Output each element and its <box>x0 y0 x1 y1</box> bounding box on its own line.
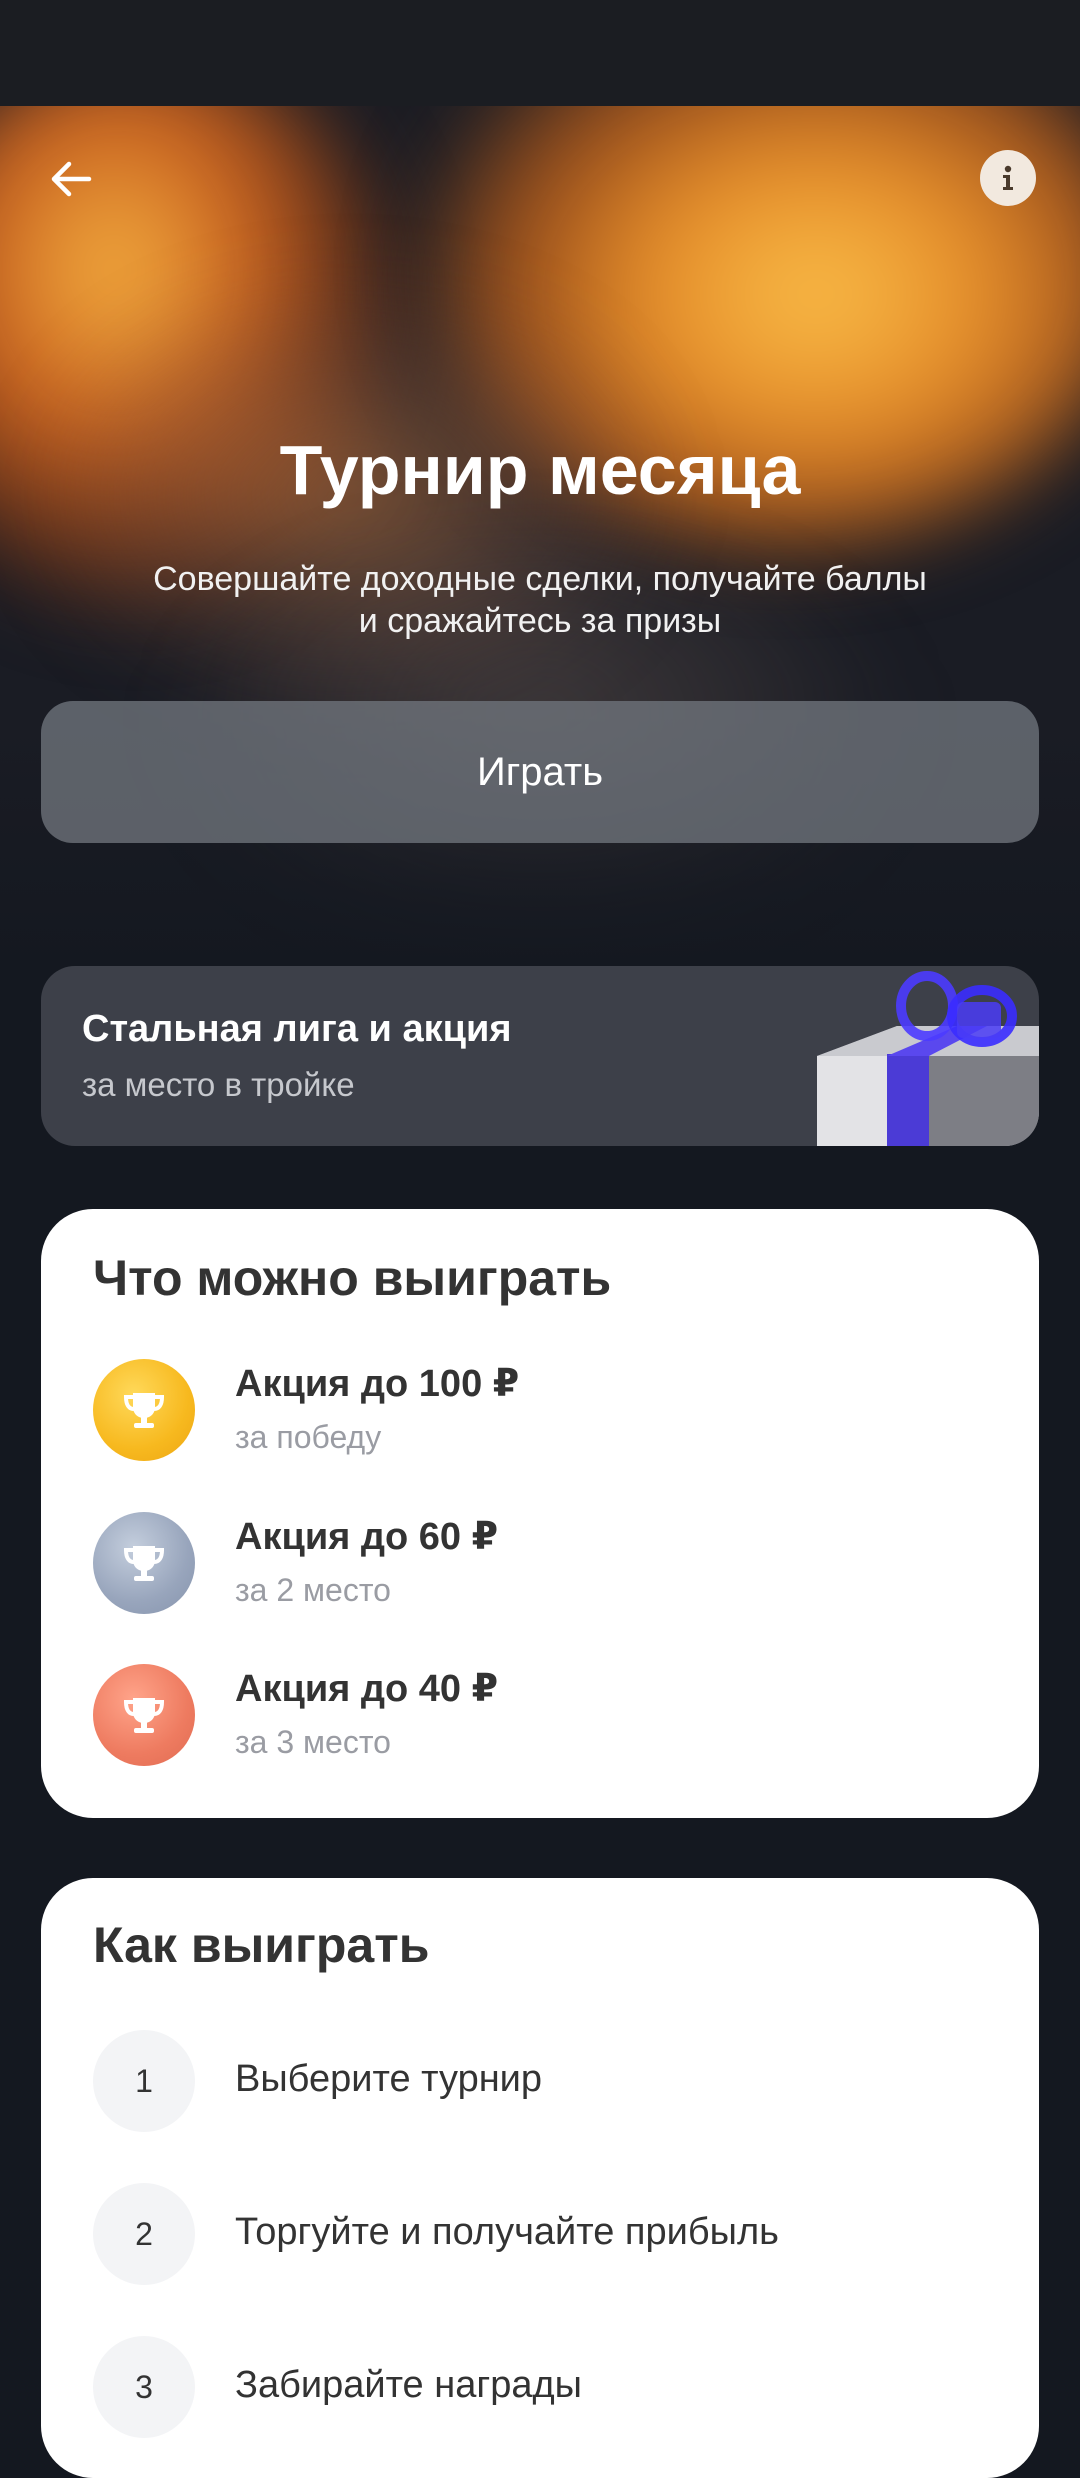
trophy-icon <box>123 1698 165 1733</box>
subtitle-line: Совершайте доходные сделки, получайте ба… <box>153 560 927 598</box>
status-bar <box>0 0 1080 106</box>
step-text: Выберите турнир <box>235 2058 543 2100</box>
step-number: 3 <box>93 2336 195 2438</box>
prize-subtitle: за 2 место <box>235 1572 391 1608</box>
page-title: Турнир месяца <box>279 431 801 509</box>
prize-title: Акция до 40 ₽ <box>235 1668 499 1710</box>
trophy-icon <box>123 1393 165 1428</box>
info-button[interactable] <box>980 150 1036 206</box>
step-item: 1 Выберите турнир <box>93 2030 993 2132</box>
prize-title: Акция до 60 ₽ <box>235 1516 499 1558</box>
prize-subtitle: за 3 место <box>235 1724 391 1760</box>
prize-item-silver: Акция до 60 ₽ за 2 место <box>93 1512 993 1614</box>
silver-medal <box>93 1512 195 1614</box>
gift-box-icon <box>817 971 1039 1146</box>
step-number: 1 <box>93 2030 195 2132</box>
info-icon <box>1003 165 1013 190</box>
league-title: Стальная лига и акция <box>82 1008 512 1050</box>
league-subtitle: за место в тройке <box>82 1066 355 1103</box>
back-button[interactable] <box>40 148 102 210</box>
how-to-win-card: Как выиграть 1 Выберите турнир 2 Торгуйт… <box>41 1878 1039 2478</box>
page-subtitle: Совершайте доходные сделки, получайте ба… <box>120 558 960 642</box>
league-card[interactable]: Стальная лига и акция за место в тройке <box>41 966 1039 1146</box>
prize-item-gold: Акция до 100 ₽ за победу <box>93 1359 993 1461</box>
play-button[interactable]: Играть <box>41 701 1039 843</box>
bronze-medal <box>93 1664 195 1766</box>
prizes-title: Что можно выиграть <box>93 1250 612 1306</box>
step-text: Торгуйте и получайте прибыль <box>235 2211 779 2253</box>
prize-title: Акция до 100 ₽ <box>235 1363 520 1405</box>
gold-medal <box>93 1359 195 1461</box>
hero-banner <box>0 106 1080 976</box>
step-item: 2 Торгуйте и получайте прибыль <box>93 2183 993 2285</box>
trophy-icon <box>123 1546 165 1581</box>
subtitle-line: и сражайтесь за призы <box>358 602 722 640</box>
prizes-card: Что можно выиграть Акция до 100 ₽ за поб… <box>41 1209 1039 1818</box>
step-number: 2 <box>93 2183 195 2285</box>
arrow-left-icon <box>51 161 92 197</box>
prize-subtitle: за победу <box>235 1419 382 1455</box>
prize-item-bronze: Акция до 40 ₽ за 3 место <box>93 1664 993 1766</box>
step-item: 3 Забирайте награды <box>93 2336 993 2438</box>
step-text: Забирайте награды <box>235 2364 582 2406</box>
how-to-win-title: Как выиграть <box>93 1917 430 1973</box>
